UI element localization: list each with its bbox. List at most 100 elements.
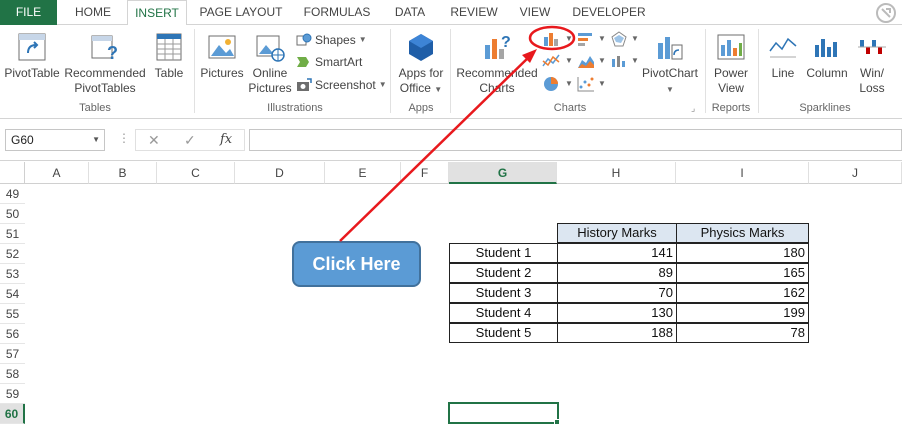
smartart-label: SmartArt bbox=[315, 55, 363, 69]
table-row-label[interactable]: Student 3 bbox=[449, 283, 558, 303]
table-header-physics[interactable]: Physics Marks bbox=[676, 223, 809, 243]
tab-data[interactable]: DATA bbox=[388, 0, 432, 25]
power-view-label-2: View bbox=[718, 81, 744, 95]
insert-line-chart-button[interactable]: ▼ bbox=[542, 52, 573, 70]
column-header[interactable]: H bbox=[557, 162, 676, 184]
table-cell-physics[interactable]: 180 bbox=[676, 243, 809, 263]
apps-for-office-button[interactable]: Apps for Office ▼ bbox=[394, 31, 448, 97]
power-view-button[interactable]: Power View bbox=[709, 31, 753, 96]
table-cell-history[interactable]: 70 bbox=[557, 283, 677, 303]
column-header[interactable]: D bbox=[235, 162, 325, 184]
formula-input[interactable] bbox=[249, 129, 902, 151]
group-divider bbox=[194, 29, 195, 113]
screenshot-label: Screenshot bbox=[315, 78, 376, 92]
insert-function-icon[interactable]: fx bbox=[220, 132, 232, 147]
screenshot-button[interactable]: Screenshot ▼ bbox=[296, 76, 387, 94]
column-header[interactable]: A bbox=[25, 162, 89, 184]
tab-view[interactable]: VIEW bbox=[514, 0, 556, 25]
pictures-button[interactable]: Pictures bbox=[199, 31, 245, 81]
column-header[interactable]: B bbox=[89, 162, 157, 184]
insert-radar-chart-button[interactable]: ▼ bbox=[610, 30, 639, 48]
scatter-chart-icon bbox=[577, 77, 594, 92]
tab-formulas[interactable]: FORMULAS bbox=[297, 0, 377, 25]
insert-pie-chart-button[interactable]: ▼ bbox=[542, 75, 573, 93]
reports-group-label: Reports bbox=[711, 102, 751, 114]
tab-home[interactable]: HOME bbox=[64, 0, 122, 25]
svg-text:?: ? bbox=[501, 34, 511, 51]
table-cell-physics[interactable]: 165 bbox=[676, 263, 809, 283]
column-header[interactable]: E bbox=[325, 162, 401, 184]
row-header[interactable]: 55 bbox=[0, 304, 25, 324]
table-row-label[interactable]: Student 5 bbox=[449, 323, 558, 343]
insert-stock-chart-button[interactable]: ▼ bbox=[610, 52, 639, 70]
insert-area-chart-button[interactable]: ▼ bbox=[577, 52, 606, 70]
tab-file[interactable]: FILE bbox=[0, 0, 57, 25]
table-cell-physics[interactable]: 78 bbox=[676, 323, 809, 343]
table-header-history[interactable]: History Marks bbox=[557, 223, 677, 243]
active-cell-selection[interactable] bbox=[448, 402, 559, 424]
recommended-charts-icon: ? bbox=[485, 34, 511, 59]
shapes-button[interactable]: Shapes ▼ bbox=[296, 31, 367, 49]
sparkline-winloss-button[interactable]: Win/ Loss bbox=[852, 31, 892, 96]
select-all-corner[interactable] bbox=[0, 162, 25, 184]
row-header-selected[interactable]: 60 bbox=[0, 404, 25, 424]
row-header[interactable]: 59 bbox=[0, 384, 25, 404]
column-header[interactable]: F bbox=[401, 162, 449, 184]
tab-developer[interactable]: DEVELOPER bbox=[570, 0, 648, 25]
table-row-label[interactable]: Student 4 bbox=[449, 303, 558, 323]
row-header[interactable]: 57 bbox=[0, 344, 25, 364]
row-header[interactable]: 58 bbox=[0, 364, 25, 384]
cancel-icon[interactable]: ✕ bbox=[148, 132, 160, 149]
recommended-charts-button[interactable]: ? Recommended Charts bbox=[455, 31, 539, 96]
tables-group-label: Tables bbox=[79, 102, 111, 114]
tab-insert[interactable]: INSERT bbox=[127, 0, 187, 26]
row-header[interactable]: 51 bbox=[0, 224, 25, 244]
line-chart-dropdown-icon: ▼ bbox=[565, 56, 573, 65]
fill-handle[interactable] bbox=[554, 419, 560, 425]
row-header[interactable]: 56 bbox=[0, 324, 25, 344]
row-header[interactable]: 50 bbox=[0, 204, 25, 224]
table-cell-history[interactable]: 130 bbox=[557, 303, 677, 323]
name-box-dropdown-icon[interactable]: ▼ bbox=[92, 130, 100, 150]
table-cell-physics[interactable]: 199 bbox=[676, 303, 809, 323]
pivotchart-button[interactable]: PivotChart ▼ bbox=[638, 31, 702, 97]
table-cell-physics[interactable]: 162 bbox=[676, 283, 809, 303]
column-header-selected[interactable]: G bbox=[449, 162, 557, 184]
row-header[interactable]: 53 bbox=[0, 264, 25, 284]
recommended-charts-label-1: Recommended bbox=[456, 66, 538, 80]
column-header[interactable]: C bbox=[157, 162, 235, 184]
table-row-label[interactable]: Student 2 bbox=[449, 263, 558, 283]
insert-scatter-chart-button[interactable]: ▼ bbox=[577, 75, 606, 93]
shapes-dropdown-icon: ▼ bbox=[358, 35, 367, 44]
column-chart-icon bbox=[544, 33, 558, 46]
stock-chart-icon bbox=[612, 56, 625, 67]
column-header[interactable]: J bbox=[809, 162, 902, 184]
online-pictures-button[interactable]: Online Pictures bbox=[248, 31, 292, 96]
online-pictures-label-2: Pictures bbox=[248, 81, 292, 95]
tab-review[interactable]: REVIEW bbox=[446, 0, 502, 25]
smartart-button[interactable]: SmartArt bbox=[296, 53, 362, 71]
tab-page-layout[interactable]: PAGE LAYOUT bbox=[195, 0, 287, 25]
apps-dropdown-icon: ▼ bbox=[434, 85, 443, 94]
table-cell-history[interactable]: 188 bbox=[557, 323, 677, 343]
name-box[interactable]: G60 ▼ bbox=[5, 129, 105, 151]
row-header[interactable]: 52 bbox=[0, 244, 25, 264]
column-header[interactable]: I bbox=[676, 162, 809, 184]
enter-icon[interactable]: ✓ bbox=[184, 132, 196, 149]
sparkline-line-button[interactable]: Line bbox=[763, 31, 803, 81]
recommended-pivottables-button[interactable]: ? Recommended PivotTables bbox=[62, 31, 148, 96]
table-row-label[interactable]: Student 1 bbox=[449, 243, 558, 263]
table-button[interactable]: Table bbox=[150, 31, 188, 81]
sparkline-winloss-label-1: Win/ bbox=[860, 66, 884, 80]
apps-for-office-icon bbox=[409, 34, 433, 61]
table-cell-history[interactable]: 89 bbox=[557, 263, 677, 283]
insert-bar-chart-button[interactable]: ▼ bbox=[577, 30, 606, 48]
insert-column-chart-button[interactable]: ▼ bbox=[542, 30, 573, 48]
row-header[interactable]: 49 bbox=[0, 184, 25, 204]
sparkline-column-button[interactable]: Column bbox=[803, 31, 851, 81]
table-cell-history[interactable]: 141 bbox=[557, 243, 677, 263]
charts-dialog-launcher-icon[interactable]: ⌟ bbox=[691, 103, 695, 114]
feedback-icon[interactable] bbox=[872, 2, 898, 24]
row-header[interactable]: 54 bbox=[0, 284, 25, 304]
pivottable-button[interactable]: PivotTable bbox=[3, 31, 61, 81]
